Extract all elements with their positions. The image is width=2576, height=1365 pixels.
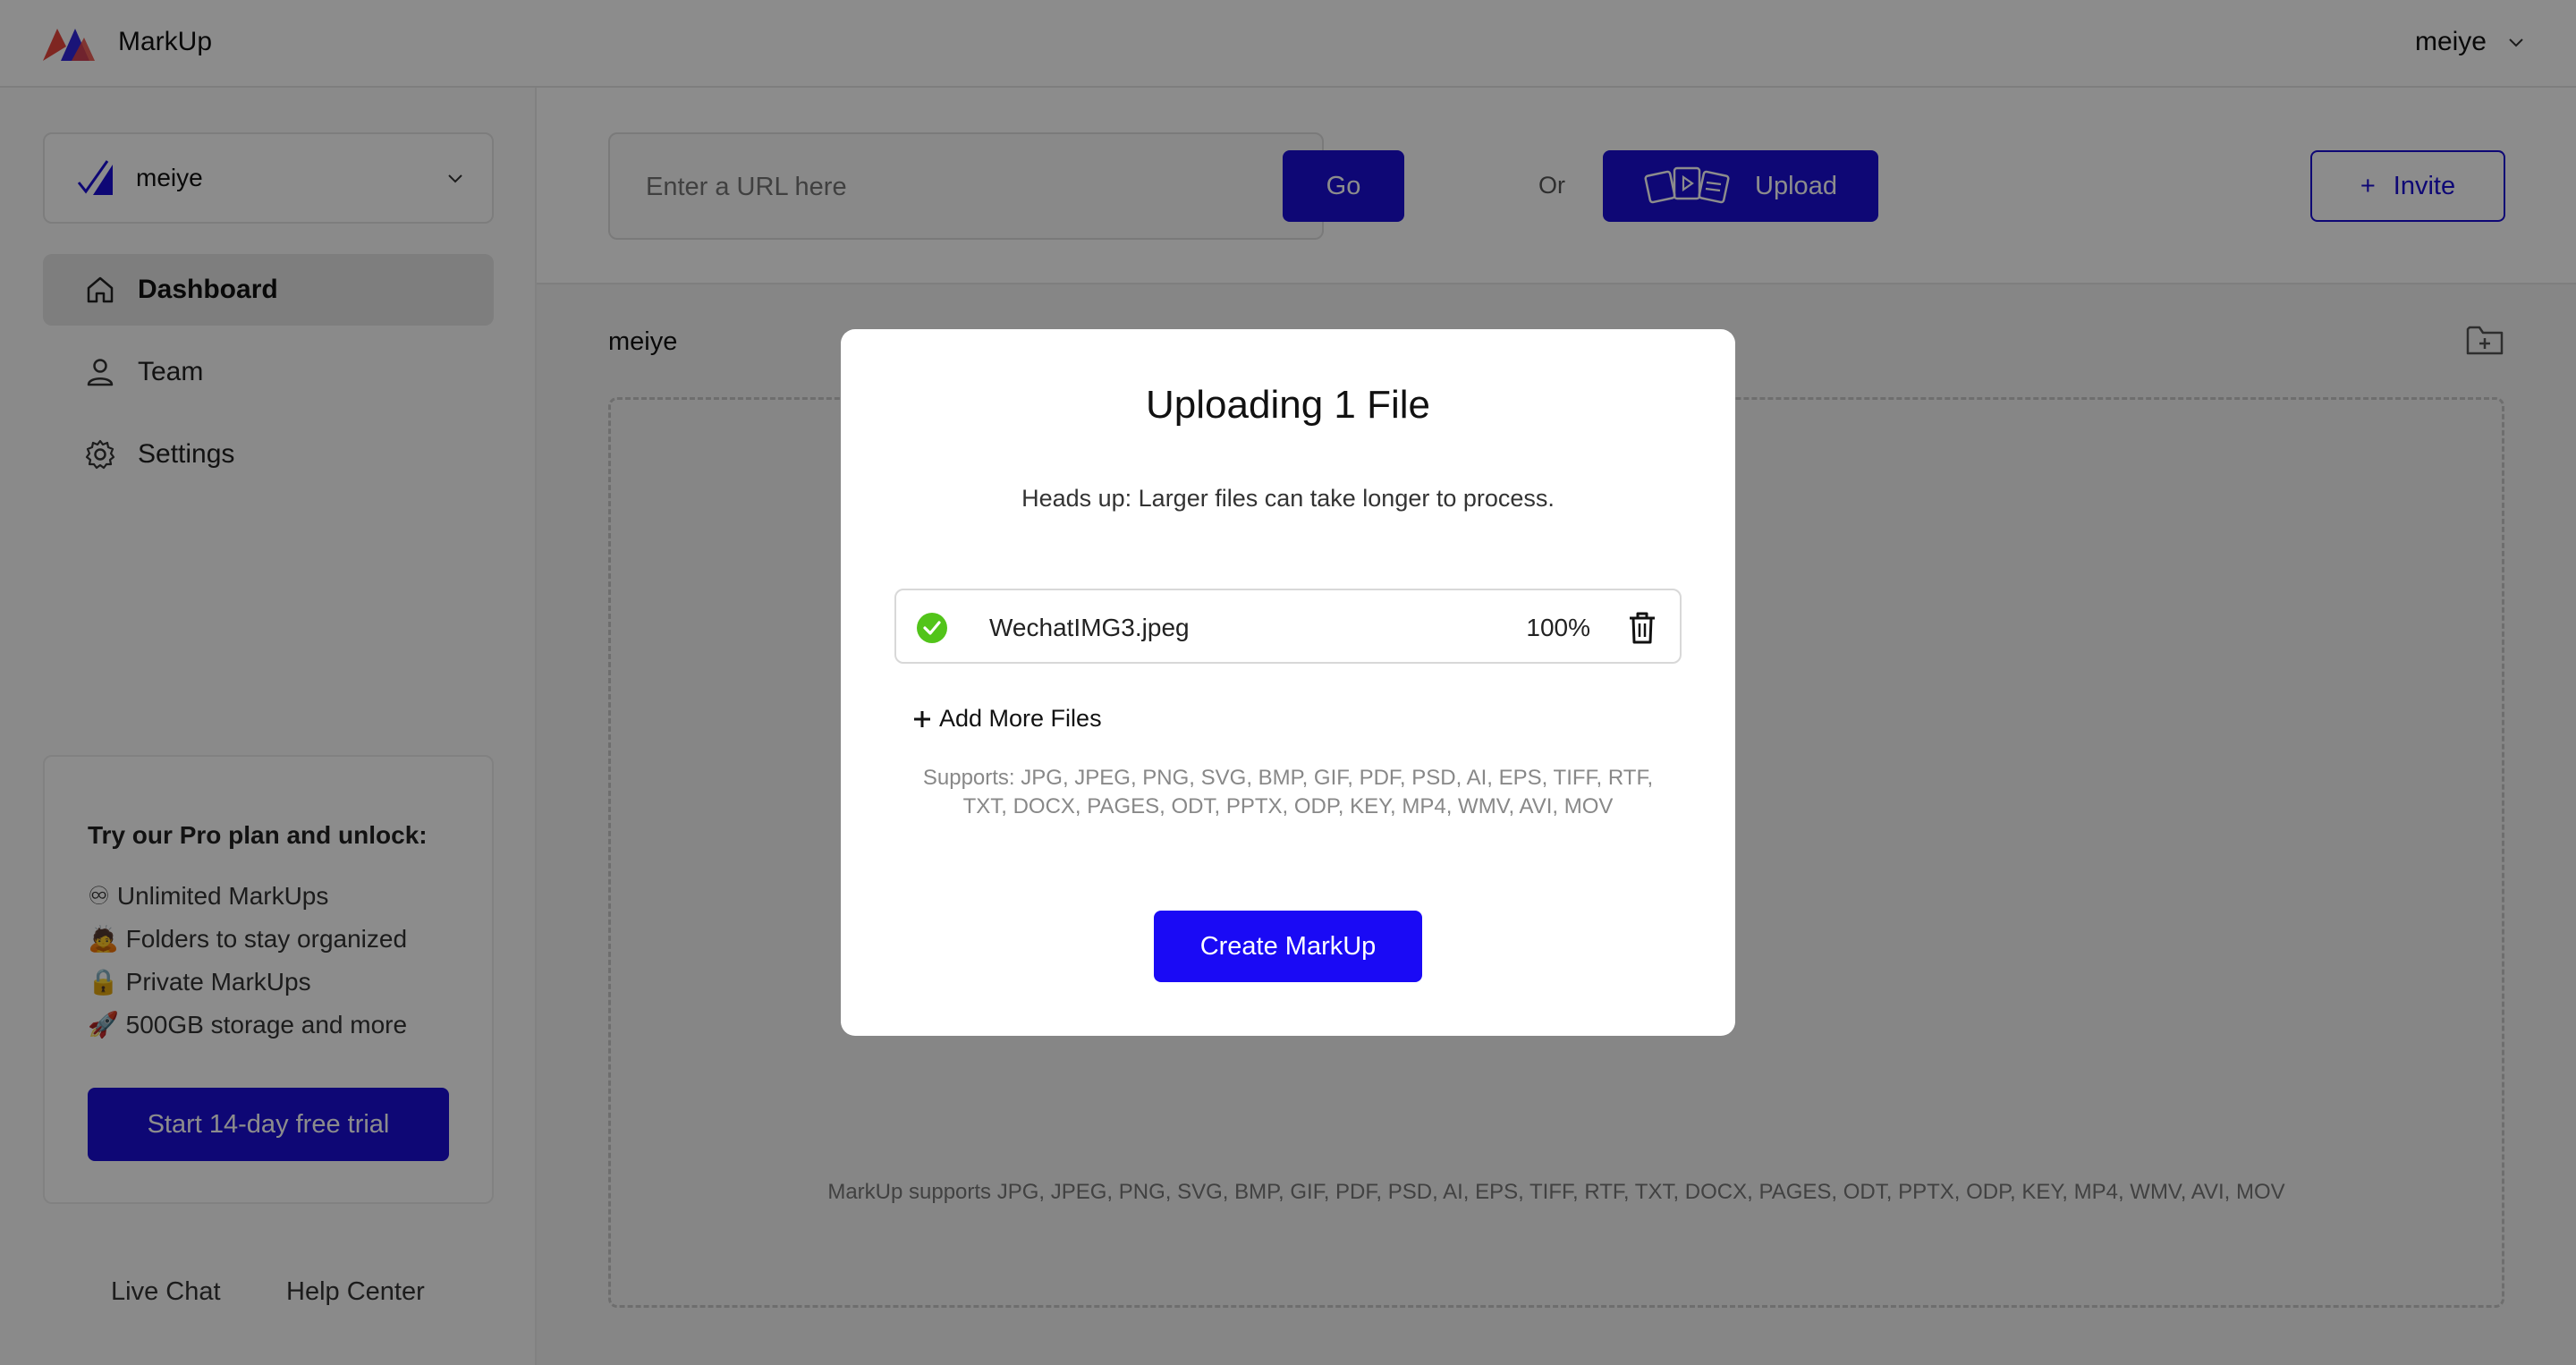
create-markup-button[interactable]: Create MarkUp: [1154, 911, 1422, 982]
plus-icon: [914, 710, 930, 727]
supported-formats: Supports: JPG, JPEG, PNG, SVG, BMP, GIF,…: [922, 766, 1654, 818]
add-more-files-button[interactable]: Add More Files: [912, 705, 1102, 733]
upload-modal: Uploading 1 File Heads up: Larger files …: [841, 329, 1735, 1036]
add-more-label: Add More Files: [939, 705, 1102, 732]
modal-title: Uploading 1 File: [1146, 383, 1430, 427]
file-name: WechatIMG3.jpeg: [989, 614, 1190, 641]
modal-note: Heads up: Larger files can take longer t…: [1021, 485, 1555, 512]
check-circle-icon: [917, 613, 947, 643]
uploaded-file-row: WechatIMG3.jpeg 100%: [894, 589, 1682, 664]
trash-icon[interactable]: [1626, 610, 1658, 646]
upload-progress: 100%: [1526, 614, 1590, 641]
